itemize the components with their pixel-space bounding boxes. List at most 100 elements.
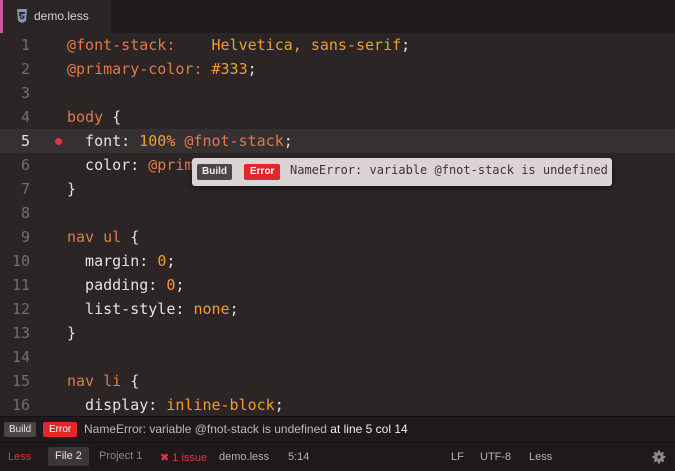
code-token: none (193, 300, 230, 318)
code-token: { (112, 108, 122, 126)
code-line[interactable]: 13} (0, 321, 675, 345)
code-line[interactable]: 9 nav ul { (0, 225, 675, 249)
code-line[interactable]: 8 (0, 201, 675, 225)
line-number[interactable]: 9 (0, 228, 30, 246)
code-line[interactable]: 5 font: 100% @fnot-stack; (0, 129, 675, 153)
code-line[interactable]: 1 @font-stack: Helvetica, sans-serif; (0, 33, 675, 57)
line-number[interactable]: 14 (0, 348, 30, 366)
line-number[interactable]: 12 (0, 300, 30, 318)
code-line[interactable]: 10 margin: 0; (0, 249, 675, 273)
code-token: display: (67, 396, 167, 414)
line-number[interactable]: 5 (0, 132, 30, 150)
code-token: { (130, 372, 140, 390)
code-text[interactable]: list-style: none; (67, 300, 239, 318)
code-token: { (130, 228, 140, 246)
issue-count[interactable]: ✖ 1 issue (160, 451, 207, 464)
line-number[interactable]: 6 (0, 156, 30, 174)
code-token: ; (229, 300, 239, 318)
code-line[interactable]: 2 @primary-color: #333; (0, 57, 675, 81)
linter-project-tab[interactable]: Project 1 (94, 447, 147, 466)
status-bar: Less File 2 Project 1 ✖ 1 issue demo.les… (0, 442, 675, 471)
error-badge: Error (43, 422, 78, 437)
code-line[interactable]: 15 nav li { (0, 369, 675, 393)
code-token: ; (283, 132, 293, 150)
linter-message-bar: Build Error NameError: variable @fnot-st… (0, 416, 675, 442)
tab-label: demo.less (34, 9, 89, 23)
code-token: Helvetica, sans-serif (211, 36, 402, 54)
line-number[interactable]: 8 (0, 204, 30, 222)
linter-message-text: NameError: variable @fnot-stack is undef… (84, 422, 327, 436)
code-token: @primary-color: (67, 60, 212, 78)
line-number[interactable]: 3 (0, 84, 30, 102)
code-token: ; (166, 252, 176, 270)
line-number[interactable]: 2 (0, 60, 30, 78)
build-badge: Build (4, 422, 37, 437)
tab-demo-less[interactable]: demo.less (0, 0, 111, 33)
css3-icon (17, 9, 27, 23)
line-number[interactable]: 7 (0, 180, 30, 198)
line-number[interactable]: 13 (0, 324, 30, 342)
code-text[interactable]: @font-stack: Helvetica, sans-serif; (67, 36, 410, 54)
tooltip-message: NameError: variable @fnot-stack is undef… (290, 163, 608, 177)
code-text[interactable]: margin: 0; (67, 252, 175, 270)
code-token: ; (247, 60, 257, 78)
linter-message-location[interactable]: at line 5 col 14 (330, 422, 407, 436)
grammar-selector[interactable]: Less (529, 451, 552, 463)
linter-message[interactable]: NameError: variable @fnot-stack is undef… (84, 422, 408, 436)
line-number[interactable]: 10 (0, 252, 30, 270)
line-number[interactable]: 1 (0, 36, 30, 54)
code-token: } (67, 324, 77, 342)
code-token: font: (67, 132, 140, 150)
code-token: color: (67, 156, 149, 174)
code-line[interactable]: 4 body { (0, 105, 675, 129)
line-ending[interactable]: LF (451, 451, 464, 463)
gear-icon[interactable] (651, 449, 667, 465)
line-number[interactable]: 11 (0, 276, 30, 294)
tab-bar: demo.less (0, 0, 675, 33)
code-text[interactable]: display: inline-block; (67, 396, 284, 414)
code-text[interactable]: body { (67, 108, 121, 126)
code-line[interactable]: 11 padding: 0; (0, 273, 675, 297)
error-badge: Error (244, 164, 281, 180)
line-number[interactable]: 15 (0, 372, 30, 390)
code-text[interactable]: nav ul { (67, 228, 139, 246)
code-line[interactable]: 12 list-style: none; (0, 297, 675, 321)
status-filename[interactable]: demo.less (219, 451, 269, 463)
code-line[interactable]: 16 display: inline-block; (0, 393, 675, 416)
code-token: nav ul (67, 228, 131, 246)
line-number[interactable]: 16 (0, 396, 30, 414)
file-encoding[interactable]: UTF-8 (480, 451, 511, 463)
issue-count-label: 1 issue (172, 452, 208, 464)
line-number[interactable]: 4 (0, 108, 30, 126)
code-token: #333 (211, 60, 248, 78)
code-token: padding: (67, 276, 167, 294)
code-token: @font-stack: (67, 36, 212, 54)
code-token: inline-block (166, 396, 275, 414)
code-text[interactable]: font: 100% @fnot-stack; (67, 132, 293, 150)
code-token: margin: (67, 252, 158, 270)
code-token: } (67, 180, 77, 198)
error-tooltip: Build Error NameError: variable @fnot-st… (192, 158, 612, 186)
close-x-icon: ✖ (160, 452, 170, 464)
code-text[interactable]: padding: 0; (67, 276, 184, 294)
cursor-position[interactable]: 5:14 (288, 451, 309, 463)
code-text[interactable]: } (67, 324, 76, 342)
linter-file-tab[interactable]: File 2 (48, 447, 89, 466)
code-line[interactable]: 14 (0, 345, 675, 369)
code-token: ; (274, 396, 284, 414)
code-text[interactable]: } (67, 180, 76, 198)
code-text[interactable]: nav li { (67, 372, 139, 390)
code-token: body (67, 108, 113, 126)
code-token: ; (175, 276, 185, 294)
code-token: 100% (139, 132, 185, 150)
code-token: @fnot-stack (184, 132, 284, 150)
code-token: list-style: (67, 300, 194, 318)
code-line[interactable]: 3 (0, 81, 675, 105)
code-text[interactable]: @primary-color: #333; (67, 60, 257, 78)
error-marker-icon[interactable] (55, 138, 62, 145)
build-badge: Build (197, 164, 232, 180)
code-editor[interactable]: 1 @font-stack: Helvetica, sans-serif; 2 @pr… (0, 33, 675, 416)
status-grammar-left[interactable]: Less (8, 451, 31, 463)
code-token: nav li (67, 372, 131, 390)
code-token: ; (401, 36, 411, 54)
